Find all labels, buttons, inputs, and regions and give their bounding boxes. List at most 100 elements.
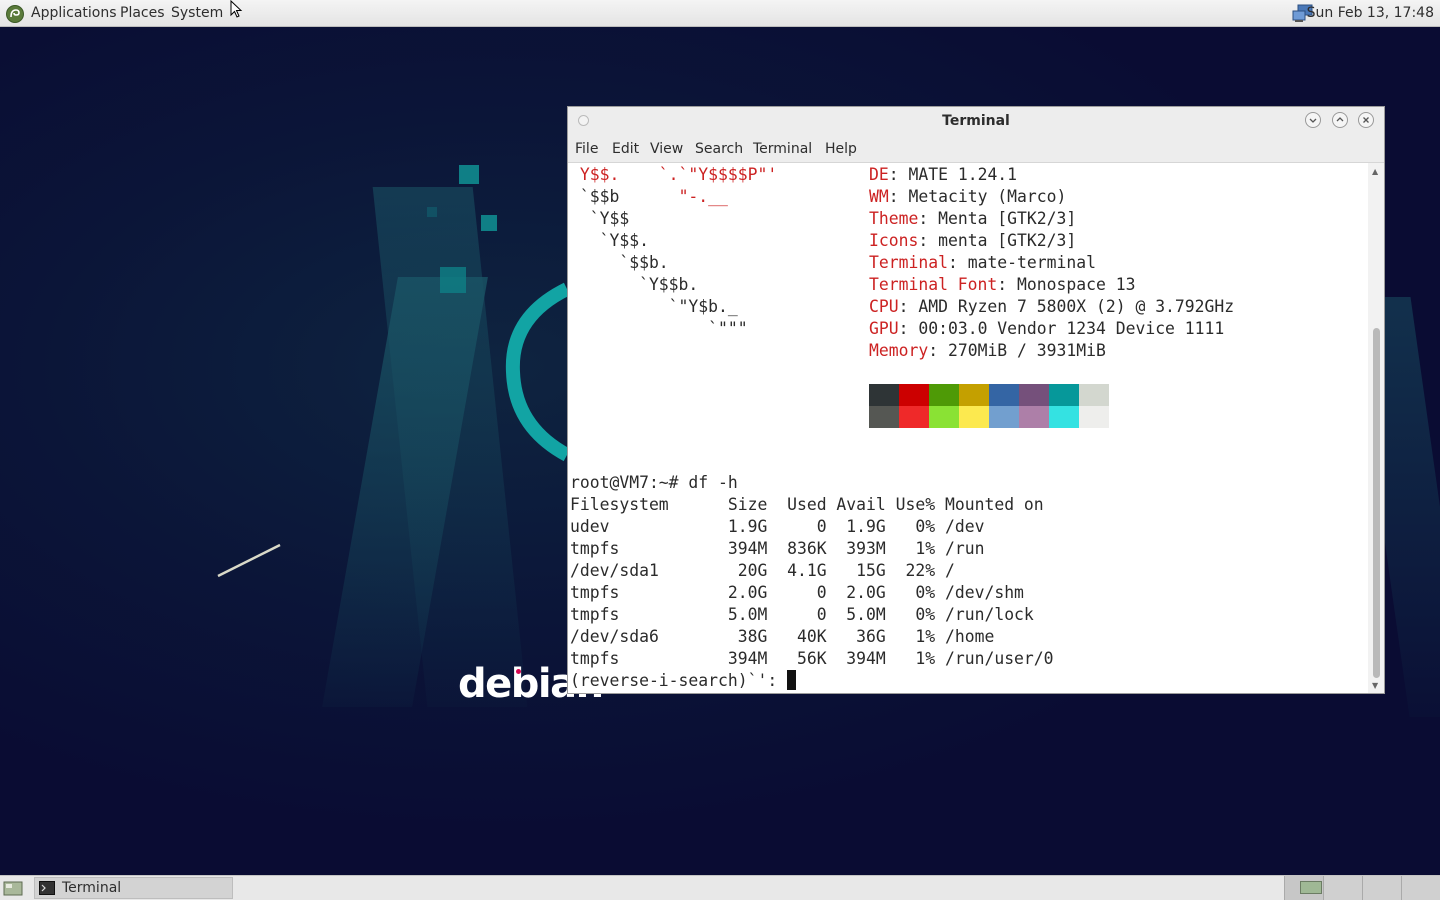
- sysinfo-label: GPU: [869, 319, 899, 338]
- sysinfo-line: Icons: menta [GTK2/3]: [869, 231, 1077, 250]
- text-cursor: [787, 670, 797, 690]
- df-output-line: tmpfs 2.0G 0 2.0G 0% /dev/shm: [570, 583, 1024, 602]
- top-panel: Applications Places System Sun Feb 13, 1…: [0, 0, 1440, 27]
- sysinfo-line: GPU: 00:03.0 Vendor 1234 Device 1111: [869, 319, 1225, 338]
- scrollbar-thumb[interactable]: [1373, 328, 1380, 678]
- sysinfo-line: Memory: 270MiB / 3931MiB: [869, 341, 1106, 360]
- color-swatch: [989, 406, 1019, 428]
- bottom-panel: Terminal: [0, 875, 1440, 900]
- scroll-down-arrow-icon[interactable]: ▼: [1372, 681, 1378, 690]
- df-output-line: udev 1.9G 0 1.9G 0% /dev: [570, 517, 985, 536]
- workspace-1[interactable]: [1284, 876, 1323, 900]
- color-swatch: [899, 406, 929, 428]
- df-output-line: /dev/sda6 38G 40K 36G 1% /home: [570, 627, 995, 646]
- wallpaper-square: [440, 267, 466, 293]
- mouse-pointer-icon: [230, 0, 243, 18]
- workspace-2[interactable]: [1323, 876, 1362, 900]
- sysinfo-value: menta [GTK2/3]: [938, 231, 1077, 250]
- sysinfo-value: 270MiB / 3931MiB: [947, 341, 1106, 360]
- taskbar-terminal-button[interactable]: Terminal: [34, 877, 233, 899]
- sysinfo-value: Menta [GTK2/3]: [938, 209, 1077, 228]
- color-swatch: [869, 384, 899, 406]
- color-swatch: [1049, 384, 1079, 406]
- terminal-menubar: File Edit View Search Terminal Help: [568, 137, 1384, 163]
- sysinfo-value: mate-terminal: [967, 253, 1096, 272]
- scroll-up-arrow-icon[interactable]: ▲: [1372, 167, 1378, 176]
- sysinfo-label: Theme: [869, 209, 919, 228]
- chevron-down-icon: [1309, 118, 1317, 123]
- ascii-art-line: `Y$$.: [570, 231, 649, 250]
- wallpaper-swirl: [505, 282, 571, 462]
- maximize-button[interactable]: [1332, 112, 1348, 128]
- df-output-line: Filesystem Size Used Avail Use% Mounted …: [570, 495, 1044, 514]
- color-swatch: [1079, 384, 1109, 406]
- wallpaper-square: [481, 215, 497, 231]
- sysinfo-label: WM: [869, 187, 889, 206]
- ascii-art-line: `$$b.: [570, 253, 669, 272]
- color-swatch: [1079, 406, 1109, 428]
- menu-help[interactable]: Help: [825, 141, 857, 157]
- color-swatch: [959, 384, 989, 406]
- menu-view[interactable]: View: [650, 141, 683, 157]
- sysinfo-value: MATE 1.24.1: [908, 165, 1018, 184]
- menu-edit[interactable]: Edit: [612, 141, 639, 157]
- sysinfo-line: Terminal Font: Monospace 13: [869, 275, 1136, 294]
- sysinfo-line: Terminal: mate-terminal: [869, 253, 1096, 272]
- df-output-line: /dev/sda1 20G 4.1G 15G 22% /: [570, 561, 955, 580]
- color-swatch: [929, 384, 959, 406]
- workspace-window-thumbnail: [1300, 881, 1322, 894]
- workspace-3[interactable]: [1362, 876, 1401, 900]
- applications-menu[interactable]: Applications: [31, 5, 117, 22]
- color-swatch: [929, 406, 959, 428]
- sysinfo-line: CPU: AMD Ryzen 7 5800X (2) @ 3.792GHz: [869, 297, 1235, 316]
- reverse-search-line[interactable]: (reverse-i-search)`':: [570, 670, 797, 692]
- workspace-4[interactable]: [1401, 876, 1440, 900]
- sysinfo-label: Terminal: [869, 253, 948, 272]
- ascii-art-line: `$$b "-.__: [570, 186, 728, 208]
- color-swatch: [899, 384, 929, 406]
- menu-terminal[interactable]: Terminal: [753, 141, 812, 157]
- color-swatch: [989, 384, 1019, 406]
- ascii-art-line: `Y$$b.: [570, 275, 699, 294]
- sysinfo-label: Memory: [869, 341, 929, 360]
- window-titlebar[interactable]: Terminal: [568, 107, 1384, 137]
- command-prompt: root@VM7:~# df -h: [570, 473, 738, 492]
- wallpaper-square: [427, 207, 437, 217]
- sysinfo-line: Theme: Menta [GTK2/3]: [869, 209, 1077, 228]
- chevron-up-icon: [1336, 117, 1344, 122]
- color-swatch: [1049, 406, 1079, 428]
- sysinfo-line: DE: MATE 1.24.1: [869, 165, 1018, 184]
- sysinfo-line: WM: Metacity (Marco): [869, 187, 1067, 206]
- wallpaper-square: [459, 165, 479, 184]
- close-button[interactable]: [1358, 112, 1374, 128]
- sysinfo-label: DE: [869, 165, 889, 184]
- color-swatch: [869, 406, 899, 428]
- color-swatch: [959, 406, 989, 428]
- sysinfo-label: CPU: [869, 297, 899, 316]
- color-swatch: [1019, 406, 1049, 428]
- taskbar-terminal-label: Terminal: [62, 880, 122, 896]
- ascii-art-part: "-.__: [678, 187, 728, 206]
- clock[interactable]: Sun Feb 13, 17:48: [1307, 5, 1434, 22]
- terminal-scrollbar[interactable]: ▲ ▼: [1368, 163, 1384, 693]
- terminal-output[interactable]: Y$$. `.`"Y$$$$P"' `$$b "-.__ `Y$$ `Y$$. …: [568, 163, 1368, 693]
- minimize-button[interactable]: [1305, 112, 1321, 128]
- places-menu[interactable]: Places: [120, 5, 165, 22]
- reverse-search-prompt: (reverse-i-search)`':: [570, 671, 788, 690]
- wallpaper-streak: [217, 543, 281, 578]
- menu-search[interactable]: Search: [695, 141, 743, 157]
- df-output-line: tmpfs 394M 56K 394M 1% /run/user/0: [570, 649, 1054, 668]
- sysinfo-value: 00:03.0 Vendor 1234 Device 1111: [918, 319, 1225, 338]
- debian-logo-dot: [516, 669, 521, 674]
- sysinfo-label: Icons: [869, 231, 919, 250]
- sysinfo-value: AMD Ryzen 7 5800X (2) @ 3.792GHz: [918, 297, 1235, 316]
- system-menu[interactable]: System: [171, 5, 223, 22]
- color-swatch: [1019, 384, 1049, 406]
- show-desktop-icon[interactable]: [3, 880, 23, 897]
- menu-file[interactable]: File: [575, 141, 598, 157]
- mate-logo-icon[interactable]: [5, 4, 25, 24]
- ascii-art-part: `$$b: [570, 187, 679, 206]
- ascii-art-line: `Y$$: [570, 209, 630, 228]
- close-icon: [1363, 117, 1369, 123]
- terminal-window[interactable]: Terminal File Edit View Search Terminal …: [567, 106, 1385, 694]
